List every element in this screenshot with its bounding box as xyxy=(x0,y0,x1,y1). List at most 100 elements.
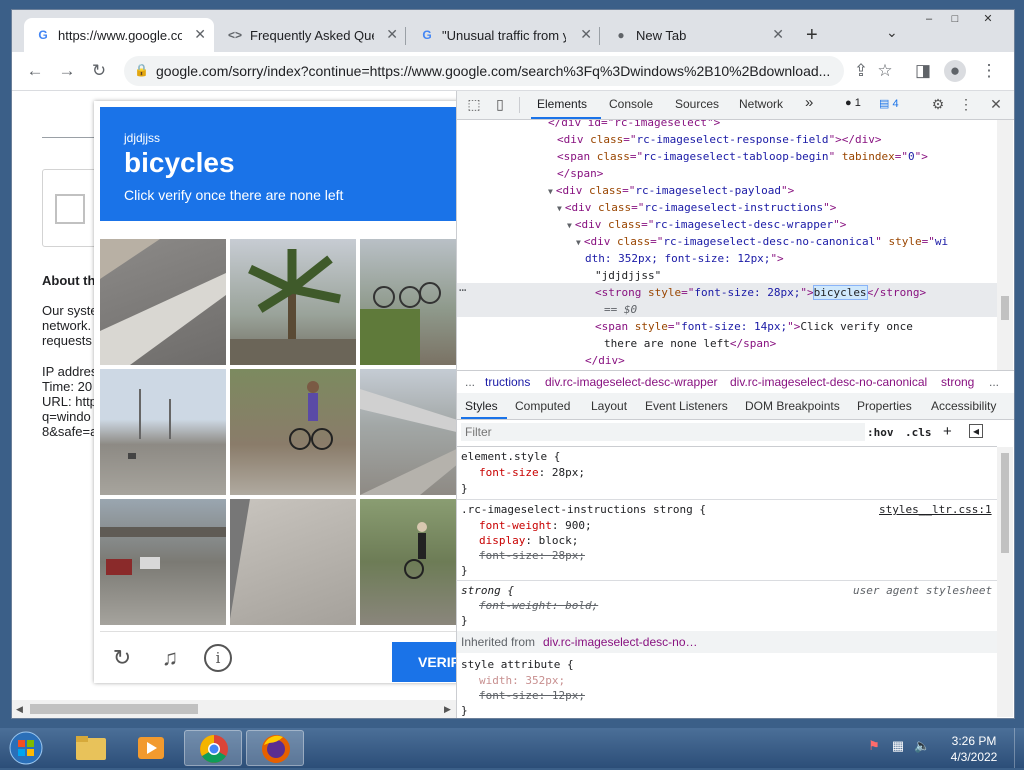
breadcrumb-item[interactable]: div.rc-imageselect-desc-no-canonical xyxy=(730,375,927,389)
close-icon[interactable]: ✕ xyxy=(386,26,398,43)
tab-dom-breakpoints[interactable]: DOM Breakpoints xyxy=(745,399,840,413)
tab-google[interactable]: G https://www.google.com/ ✕ xyxy=(24,18,214,52)
image-tile[interactable] xyxy=(360,499,456,625)
close-window-button[interactable]: ✕ xyxy=(968,10,1008,30)
dom-node-line[interactable]: == $0 xyxy=(604,301,637,318)
clock[interactable]: 3:26 PM 4/3/2022 xyxy=(944,733,1004,765)
dom-node-line[interactable]: ▼ <div class="rc-imageselect-instructions… xyxy=(557,199,836,216)
close-icon[interactable]: ✕ xyxy=(194,26,206,43)
dom-node-line[interactable]: </span> xyxy=(557,165,603,182)
expand-arrow-icon[interactable]: ▼ xyxy=(548,187,553,196)
rule-selector[interactable]: element.style { xyxy=(461,449,560,464)
rule-selector[interactable]: strong { xyxy=(461,583,514,598)
image-tile[interactable] xyxy=(100,239,226,365)
tab-unusual-traffic[interactable]: G "Unusual traffic from your ✕ xyxy=(408,18,600,52)
tab-properties[interactable]: Properties xyxy=(857,399,912,413)
show-desktop-button[interactable] xyxy=(1014,728,1024,768)
verify-button[interactable]: VERIFY xyxy=(392,642,456,682)
recaptcha-checkbox[interactable] xyxy=(55,194,85,224)
rule-declaration[interactable]: font-size: 28px; xyxy=(479,465,585,480)
breadcrumb-item[interactable]: tructions xyxy=(485,375,530,389)
tab-search-button[interactable]: ⌄ xyxy=(886,24,898,41)
profile-avatar-icon[interactable]: ● xyxy=(944,60,966,82)
cls-toggle[interactable]: .cls xyxy=(905,426,932,439)
address-bar[interactable]: 🔒 google.com/sorry/index?continue=https:… xyxy=(124,56,844,86)
dom-node-line[interactable]: dth: 352px; font-size: 12px;"> xyxy=(585,250,784,267)
inspect-element-icon[interactable]: ⬚ xyxy=(465,96,483,113)
scrollbar-thumb[interactable] xyxy=(30,704,198,714)
more-tabs-button[interactable]: » xyxy=(805,94,813,111)
taskbar-explorer[interactable] xyxy=(62,730,120,766)
breadcrumb-more[interactable]: ... xyxy=(989,375,999,389)
expand-arrow-icon[interactable]: ▼ xyxy=(576,238,581,247)
back-icon[interactable]: ← xyxy=(24,60,46,82)
rule-selector[interactable]: style attribute { xyxy=(461,657,574,672)
dom-node-line[interactable]: <span style="font-size: 14px;">Click ver… xyxy=(595,318,913,335)
scroll-right-icon[interactable]: ▶ xyxy=(444,704,451,715)
tab-new-tab[interactable]: ● New Tab ✕ xyxy=(602,18,792,52)
network-icon[interactable]: ▦ xyxy=(890,738,906,754)
inherited-node-link[interactable]: div.rc-imageselect-desc-no… xyxy=(543,635,698,649)
reload-icon[interactable]: ↻ xyxy=(88,60,110,82)
new-rule-icon[interactable]: + xyxy=(943,423,952,440)
breadcrumb-item[interactable]: strong xyxy=(941,375,974,389)
tab-accessibility[interactable]: Accessibility xyxy=(931,399,996,413)
dom-node-line[interactable]: </div> xyxy=(585,352,625,369)
tab-sources[interactable]: Sources xyxy=(675,97,719,111)
close-icon[interactable]: ✕ xyxy=(772,26,784,43)
reload-icon[interactable]: ↻ xyxy=(108,644,136,672)
rule-source-link[interactable]: styles__ltr.css:1 xyxy=(879,502,992,517)
tab-event-listeners[interactable]: Event Listeners xyxy=(645,399,728,413)
start-button[interactable] xyxy=(4,729,48,767)
dom-node-line[interactable]: "jdjdjjss" xyxy=(595,267,661,284)
dom-node-line[interactable]: <div class="rc-imageselect-response-fiel… xyxy=(557,131,882,148)
share-icon[interactable]: ⇪ xyxy=(850,60,872,82)
forward-icon[interactable]: → xyxy=(56,60,78,82)
info-icon[interactable]: i xyxy=(204,644,232,672)
tab-console[interactable]: Console xyxy=(609,97,653,111)
minimize-button[interactable]: – xyxy=(916,10,942,30)
menu-icon[interactable]: ⋮ xyxy=(978,60,1000,82)
audio-headphones-icon[interactable]: ♫ xyxy=(156,644,184,672)
dom-node-line[interactable]: ▼ <div class="rc-imageselect-payload"> xyxy=(548,182,794,199)
taskbar-chrome[interactable] xyxy=(184,730,242,766)
errors-badge[interactable]: ● 1 xyxy=(845,97,861,109)
tab-network[interactable]: Network xyxy=(739,97,783,111)
expand-arrow-icon[interactable]: ▼ xyxy=(557,204,562,213)
tab-computed[interactable]: Computed xyxy=(515,399,570,413)
dom-node-line[interactable]: <strong style="font-size: 28px;">bicycle… xyxy=(595,284,926,301)
toggle-sidebar-icon[interactable]: ◂ xyxy=(969,424,983,438)
volume-icon[interactable]: 🔈 xyxy=(914,738,930,754)
image-tile[interactable] xyxy=(100,369,226,495)
image-tile[interactable] xyxy=(230,239,356,365)
dom-node-line[interactable]: ▼ <div class="rc-imageselect-desc-wrapper… xyxy=(567,216,846,233)
taskbar-media-player[interactable] xyxy=(122,730,180,766)
dom-node-line[interactable]: </div id="rc-imageselect"> xyxy=(548,120,720,131)
overridden-declaration[interactable]: font-size: 28px; xyxy=(479,548,585,563)
filter-input[interactable] xyxy=(461,423,865,441)
scroll-left-icon[interactable]: ◀ xyxy=(16,704,23,715)
close-icon[interactable]: ✕ xyxy=(580,26,592,43)
rule-selector[interactable]: .rc-imageselect-instructions strong { xyxy=(461,502,706,517)
overridden-declaration[interactable]: font-weight: bold; xyxy=(479,598,598,613)
more-options-icon[interactable]: ⋮ xyxy=(957,96,975,113)
taskbar-firefox[interactable] xyxy=(246,730,304,766)
breadcrumb-more[interactable]: ... xyxy=(465,375,475,389)
action-center-flag-icon[interactable]: ⚑ xyxy=(866,738,882,754)
image-tile[interactable] xyxy=(100,499,226,625)
image-tile[interactable] xyxy=(360,239,456,365)
dom-node-line[interactable]: there are none left</span> xyxy=(604,335,776,352)
image-tile[interactable] xyxy=(230,499,356,625)
breadcrumb-item[interactable]: div.rc-imageselect-desc-wrapper xyxy=(545,375,718,389)
overridden-declaration[interactable]: font-size: 12px; xyxy=(479,688,585,703)
tab-layout[interactable]: Layout xyxy=(591,399,627,413)
messages-badge[interactable]: ▤ 4 xyxy=(879,97,899,110)
dom-scrollbar[interactable] xyxy=(997,120,1013,370)
image-tile[interactable] xyxy=(230,369,356,495)
horizontal-scrollbar[interactable]: ◀ ▶ xyxy=(12,700,456,718)
device-toolbar-icon[interactable]: ▯ xyxy=(491,96,509,113)
bookmark-star-icon[interactable]: ☆ xyxy=(874,60,896,82)
dom-node-line[interactable]: ▼ <div class="rc-imageselect-desc-no-cano… xyxy=(576,233,948,250)
tab-elements[interactable]: Elements xyxy=(537,97,587,111)
hov-toggle[interactable]: :hov xyxy=(867,426,894,439)
